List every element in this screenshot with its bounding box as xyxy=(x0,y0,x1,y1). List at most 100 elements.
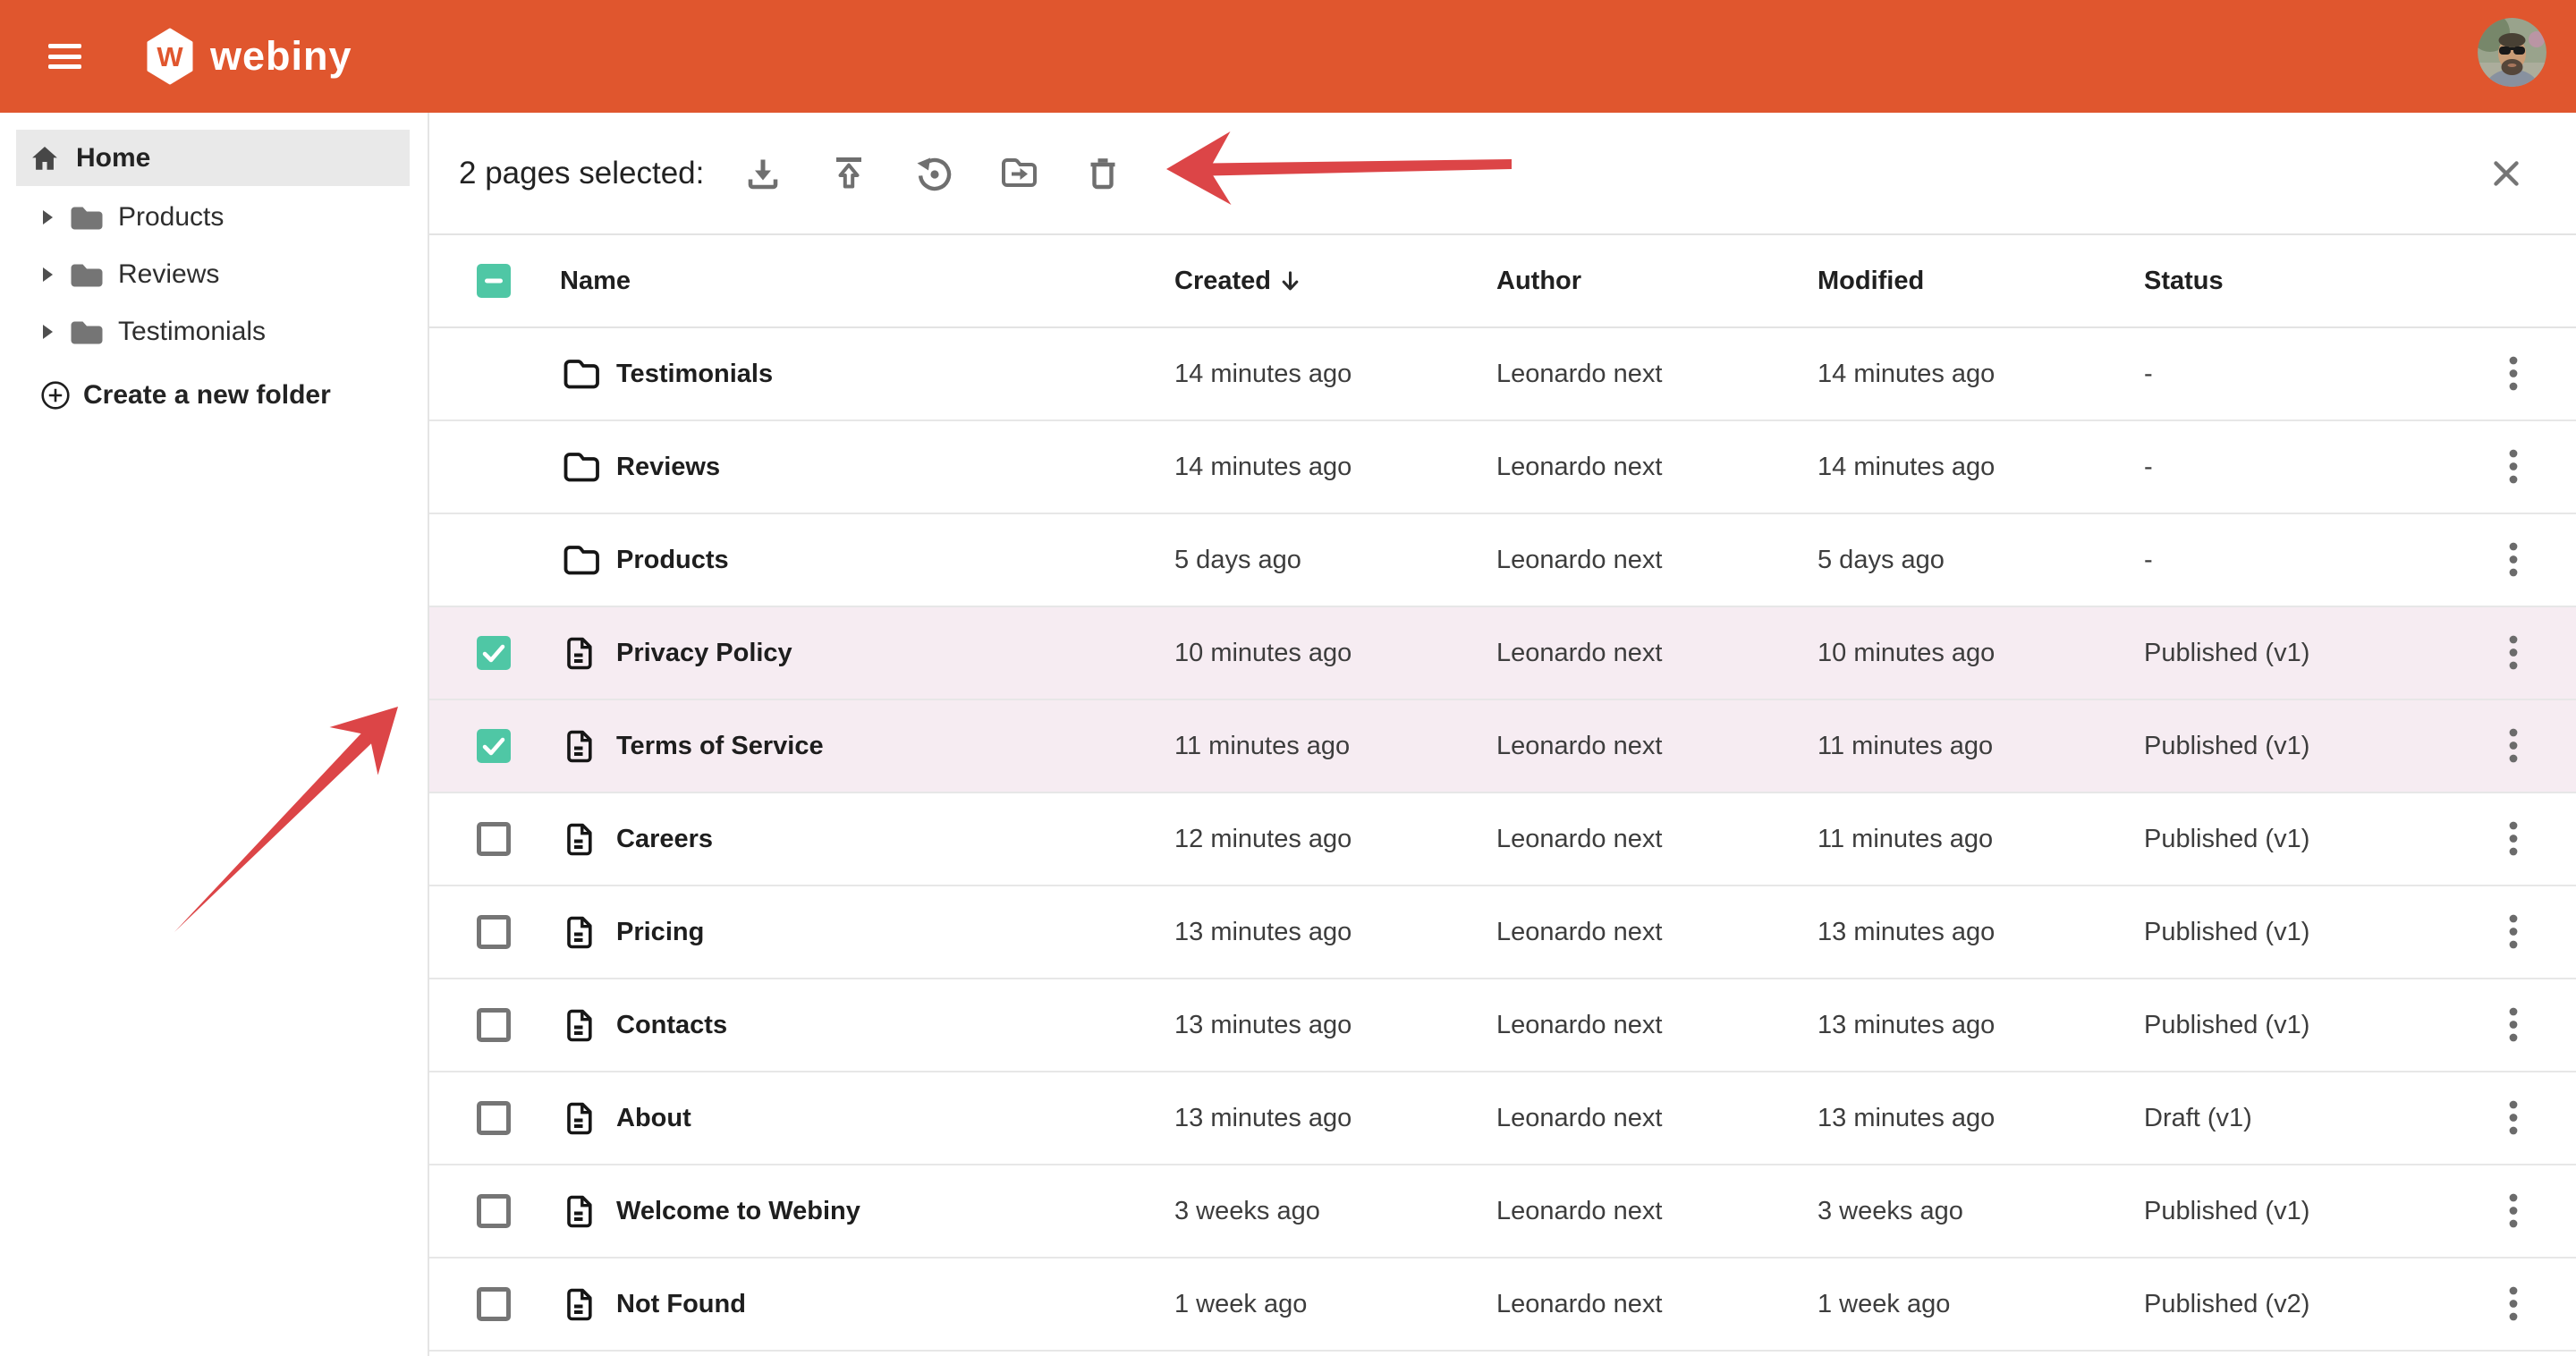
publish-icon[interactable] xyxy=(827,152,870,195)
folder-icon xyxy=(560,354,599,394)
row-status: Published (v1) xyxy=(2144,732,2451,761)
row-name: Testimonials xyxy=(616,360,773,389)
row-checkbox[interactable] xyxy=(477,1101,511,1135)
sidebar-folder-label: Products xyxy=(118,202,224,233)
row-modified: 13 minutes ago xyxy=(1818,918,2144,947)
row-modified: 11 minutes ago xyxy=(1818,825,2144,854)
webiny-page-builder-screen: W webiny xyxy=(0,0,2576,1356)
folder-tree-sidebar: Home Products Reviews xyxy=(0,113,429,1356)
table-row[interactable]: Welcome to Webiny 3 weeks ago Leonardo n… xyxy=(429,1165,2576,1259)
kebab-menu-icon[interactable] xyxy=(2496,723,2530,769)
kebab-menu-icon[interactable] xyxy=(2496,351,2530,397)
folder-icon xyxy=(69,203,105,232)
table-row[interactable]: Pricing 13 minutes ago Leonardo next 13 … xyxy=(429,886,2576,979)
table-row[interactable]: Careers 12 minutes ago Leonardo next 11 … xyxy=(429,793,2576,886)
row-checkbox[interactable] xyxy=(477,822,511,856)
page-icon xyxy=(560,1098,599,1138)
home-icon xyxy=(30,143,60,174)
sidebar-folder-item[interactable]: Products xyxy=(0,189,428,246)
row-modified: 1 week ago xyxy=(1818,1290,2144,1319)
row-author: Leonardo next xyxy=(1496,360,1818,389)
row-modified: 10 minutes ago xyxy=(1818,639,2144,668)
row-author: Leonardo next xyxy=(1496,1290,1818,1319)
row-status: Draft (v1) xyxy=(2144,1104,2451,1133)
row-modified: 3 weeks ago xyxy=(1818,1197,2144,1226)
restore-icon[interactable] xyxy=(912,152,955,195)
table-body: Testimonials 14 minutes ago Leonardo nex… xyxy=(429,328,2576,1352)
table-row[interactable]: Products 5 days ago Leonardo next 5 days… xyxy=(429,514,2576,607)
delete-icon[interactable] xyxy=(1081,152,1124,195)
row-name: Privacy Policy xyxy=(616,639,792,668)
table-row[interactable]: Reviews 14 minutes ago Leonardo next 14 … xyxy=(429,421,2576,514)
column-header-created[interactable]: Created xyxy=(1174,267,1496,296)
kebab-menu-icon[interactable] xyxy=(2496,537,2530,583)
user-avatar[interactable] xyxy=(2478,18,2546,87)
row-modified: 5 days ago xyxy=(1818,546,2144,575)
row-modified: 13 minutes ago xyxy=(1818,1011,2144,1040)
row-created: 12 minutes ago xyxy=(1174,825,1496,854)
page-icon xyxy=(560,819,599,859)
row-created: 11 minutes ago xyxy=(1174,732,1496,761)
row-name: Careers xyxy=(616,825,713,854)
caret-right-icon[interactable] xyxy=(42,267,54,283)
select-all-checkbox[interactable] xyxy=(477,264,511,298)
download-icon[interactable] xyxy=(741,152,784,195)
table-row[interactable]: About 13 minutes ago Leonardo next 13 mi… xyxy=(429,1072,2576,1165)
row-author: Leonardo next xyxy=(1496,825,1818,854)
plus-circle-icon xyxy=(40,380,71,411)
row-author: Leonardo next xyxy=(1496,918,1818,947)
row-checkbox[interactable] xyxy=(477,729,511,763)
close-icon[interactable] xyxy=(2492,159,2521,188)
row-status: - xyxy=(2144,360,2451,389)
page-list-panel: 2 pages selected: xyxy=(429,113,2576,1356)
sidebar-folder-label: Testimonials xyxy=(118,317,266,347)
row-author: Leonardo next xyxy=(1496,1104,1818,1133)
move-to-folder-icon[interactable] xyxy=(997,152,1040,195)
kebab-menu-icon[interactable] xyxy=(2496,630,2530,676)
row-checkbox[interactable] xyxy=(477,1008,511,1042)
table-row[interactable]: Privacy Policy 10 minutes ago Leonardo n… xyxy=(429,607,2576,700)
row-modified: 14 minutes ago xyxy=(1818,453,2144,482)
kebab-menu-icon[interactable] xyxy=(2496,444,2530,490)
webiny-logo-icon: W xyxy=(146,28,194,89)
kebab-menu-icon[interactable] xyxy=(2496,1188,2530,1234)
row-name: Products xyxy=(616,546,729,575)
column-header-modified[interactable]: Modified xyxy=(1818,267,2144,296)
folder-icon xyxy=(69,260,105,289)
kebab-menu-icon[interactable] xyxy=(2496,1281,2530,1327)
sidebar-folder-item[interactable]: Reviews xyxy=(0,246,428,303)
caret-right-icon[interactable] xyxy=(42,324,54,340)
row-status: Published (v1) xyxy=(2144,1011,2451,1040)
caret-right-icon[interactable] xyxy=(42,209,54,225)
row-author: Leonardo next xyxy=(1496,732,1818,761)
kebab-menu-icon[interactable] xyxy=(2496,909,2530,955)
row-created: 1 week ago xyxy=(1174,1290,1496,1319)
sidebar-item-home[interactable]: Home xyxy=(16,130,410,186)
folder-icon xyxy=(560,540,599,580)
table-row[interactable]: Not Found 1 week ago Leonardo next 1 wee… xyxy=(429,1259,2576,1352)
column-header-status[interactable]: Status xyxy=(2144,267,2451,296)
sidebar-folder-item[interactable]: Testimonials xyxy=(0,303,428,360)
table-row[interactable]: Testimonials 14 minutes ago Leonardo nex… xyxy=(429,328,2576,421)
kebab-menu-icon[interactable] xyxy=(2496,1002,2530,1048)
kebab-menu-icon[interactable] xyxy=(2496,816,2530,862)
kebab-menu-icon[interactable] xyxy=(2496,1095,2530,1141)
row-checkbox[interactable] xyxy=(477,636,511,670)
page-icon xyxy=(560,912,599,952)
table-row[interactable]: Terms of Service 11 minutes ago Leonardo… xyxy=(429,700,2576,793)
row-created: 14 minutes ago xyxy=(1174,360,1496,389)
table-row[interactable]: Contacts 13 minutes ago Leonardo next 13… xyxy=(429,979,2576,1072)
row-created: 13 minutes ago xyxy=(1174,1011,1496,1040)
row-checkbox[interactable] xyxy=(477,915,511,949)
hamburger-menu-icon[interactable] xyxy=(48,44,81,69)
row-checkbox[interactable] xyxy=(477,1287,511,1321)
page-icon xyxy=(560,633,599,673)
column-header-author[interactable]: Author xyxy=(1496,267,1818,296)
column-header-name[interactable]: Name xyxy=(546,267,1174,296)
create-folder-button[interactable]: Create a new folder xyxy=(0,380,428,411)
row-modified: 13 minutes ago xyxy=(1818,1104,2144,1133)
row-checkbox[interactable] xyxy=(477,1194,511,1228)
page-icon xyxy=(560,726,599,766)
sort-desc-arrow-icon xyxy=(1278,269,1302,293)
column-header-created-label: Created xyxy=(1174,267,1271,296)
